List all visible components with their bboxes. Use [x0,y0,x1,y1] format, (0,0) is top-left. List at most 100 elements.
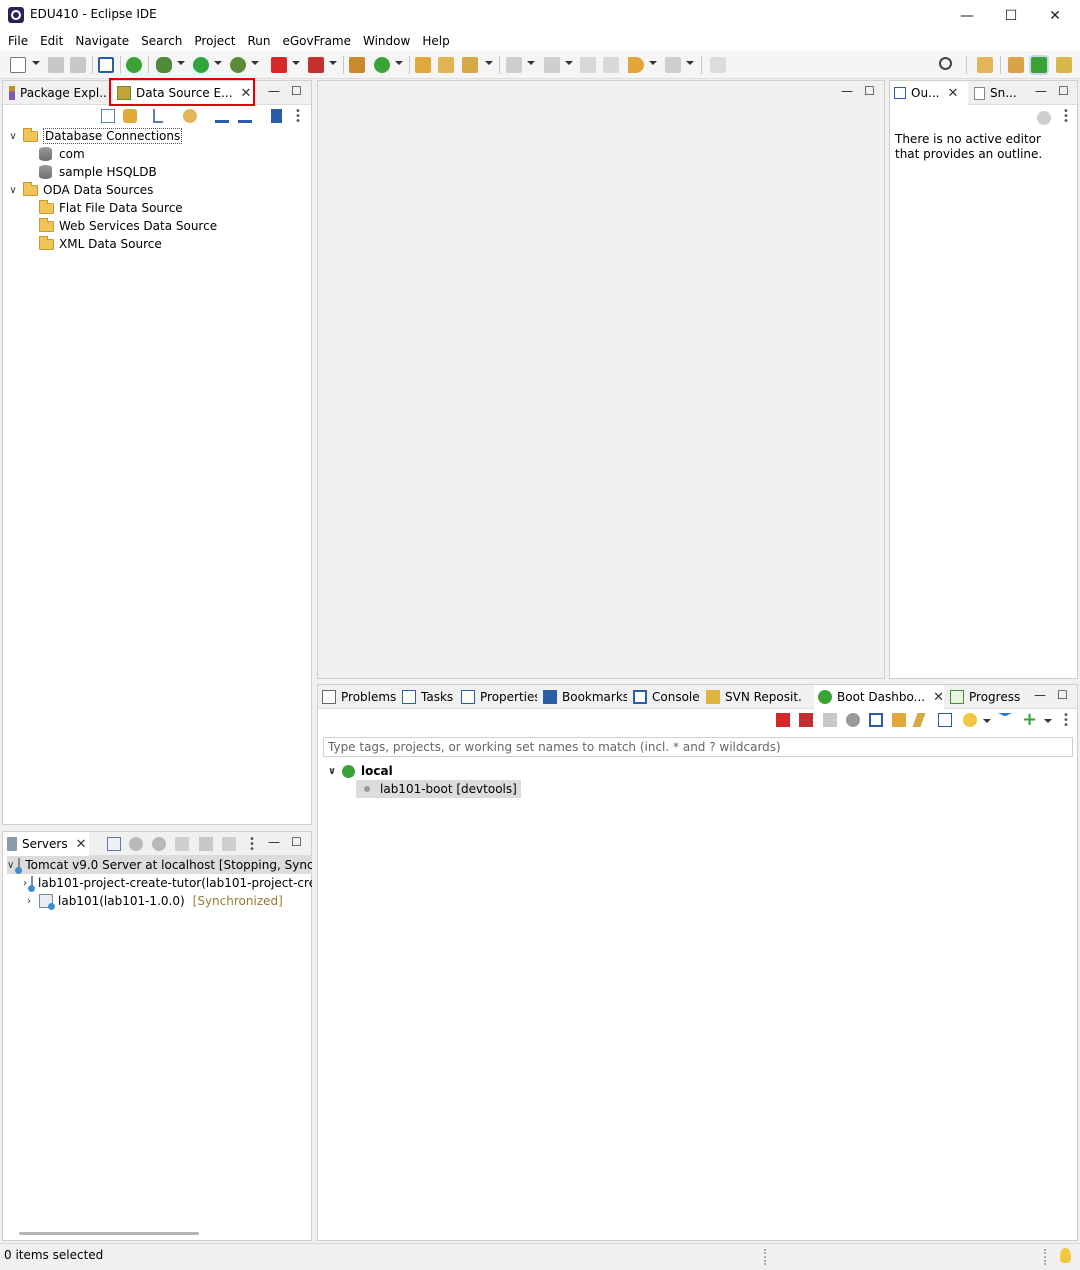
run-icon[interactable] [193,57,209,73]
external-dropdown-icon[interactable] [329,61,337,65]
open-console-icon[interactable] [869,713,883,727]
import-icon[interactable] [215,109,229,123]
view-menu-icon[interactable]: • • • [295,107,301,127]
minimize-view-icon[interactable]: — [1034,688,1046,702]
prev-annotation-dropdown-icon[interactable] [565,61,573,65]
chevron-down-icon[interactable]: ∨ [7,185,19,196]
next-annotation-icon[interactable] [506,57,522,73]
prev-annotation-icon[interactable] [544,57,560,73]
close-icon[interactable]: ✕ [76,837,87,852]
lightbulb-icon[interactable] [963,713,977,727]
menu-edit[interactable]: Edit [34,31,69,51]
pin-editor-icon[interactable] [710,57,726,73]
profile-server-icon[interactable] [175,837,189,851]
collapse-all-icon[interactable] [107,837,121,851]
debug-dropdown-icon[interactable] [177,61,185,65]
filter-icon[interactable] [1037,111,1051,125]
tree-item-module-2[interactable]: › lab101(lab101-1.0.0) [Synchronized] [23,892,283,910]
maximize-button[interactable]: ☐ [988,0,1034,31]
link-with-editor-icon[interactable] [123,109,137,123]
package-icon[interactable] [349,57,365,73]
tree-item-tomcat-server[interactable]: ∨ Tomcat v9.0 Server at localhost [Stopp… [7,856,312,874]
minimize-view-icon[interactable]: — [268,835,280,849]
boot-filter-input[interactable]: Type tags, projects, or working set name… [323,737,1073,757]
forward-dropdown-icon[interactable] [686,61,694,65]
filter-icon[interactable] [271,109,282,123]
maximize-view-icon[interactable]: ☐ [864,84,875,98]
stop-icon[interactable] [823,713,837,727]
debug-server-icon[interactable] [129,837,143,851]
new-java-dropdown-icon[interactable] [395,61,403,65]
tree-item-sample-hsqldb[interactable]: sample HSQLDB [39,163,157,181]
view-menu-icon[interactable]: • • • [1063,711,1069,731]
minimize-view-icon[interactable]: — [268,84,280,98]
forward-icon[interactable] [665,57,681,73]
run-dropdown-icon[interactable] [214,61,222,65]
search-icon[interactable] [939,57,952,70]
debug-perspective-icon[interactable] [1056,57,1072,73]
maximize-view-icon[interactable]: ☐ [291,835,302,849]
menu-run[interactable]: Run [241,31,276,51]
new-java-icon[interactable] [374,57,390,73]
debug-icon[interactable] [156,57,172,73]
menu-window[interactable]: Window [357,31,416,51]
menu-help[interactable]: Help [416,31,455,51]
chevron-right-icon[interactable]: › [23,878,27,889]
back-dropdown-icon[interactable] [649,61,657,65]
stop-server-icon[interactable] [199,837,213,851]
view-menu-icon[interactable]: • • • [249,835,255,855]
maximize-view-icon[interactable]: ☐ [1057,688,1068,702]
tab-boot-dashboard[interactable]: Boot Dashbo... ✕ [814,685,944,709]
tree-item-local[interactable]: ∨ local [326,762,393,780]
new-dropdown-icon[interactable] [32,61,40,65]
lightbulb-icon[interactable] [1060,1248,1071,1263]
spring-boot-icon[interactable] [126,57,142,73]
close-icon[interactable]: ✕ [948,86,959,101]
view-menu-icon[interactable]: • • • [1063,107,1069,127]
terminal-icon[interactable] [98,57,114,73]
tree-item-xml[interactable]: XML Data Source [39,235,162,253]
new-connection-icon[interactable] [183,109,197,123]
publish-icon[interactable] [222,837,236,851]
tree-item-module-1[interactable]: › lab101-project-create-tutor(lab101-pro… [23,874,312,892]
menu-navigate[interactable]: Navigate [69,31,135,51]
tab-servers[interactable]: Servers ✕ [3,832,89,856]
edit-icon[interactable] [912,713,926,727]
tab-problems[interactable]: Problems [318,685,396,709]
tree-item-web-services[interactable]: Web Services Data Source [39,217,217,235]
add-icon[interactable]: + [1022,711,1037,729]
save-icon[interactable] [48,57,64,73]
open-perspective-icon[interactable] [977,57,993,73]
chevron-down-icon[interactable]: ∨ [7,860,14,871]
filter-icon[interactable] [998,713,1012,727]
tab-outline[interactable]: Ou... ✕ [890,81,968,105]
close-icon[interactable]: ✕ [933,690,944,705]
new-icon[interactable] [10,57,26,73]
tab-progress[interactable]: Progress [946,685,1020,709]
menu-egovframe[interactable]: eGovFrame [276,31,357,51]
close-button[interactable]: ✕ [1032,0,1078,31]
open-folder-icon[interactable] [438,57,454,73]
stop-dropdown-icon[interactable] [292,61,300,65]
chevron-down-icon[interactable]: ∨ [7,131,19,142]
chevron-right-icon[interactable]: › [23,896,35,907]
maximize-view-icon[interactable]: ☐ [1058,84,1069,98]
restart-icon[interactable] [776,713,790,727]
menu-project[interactable]: Project [188,31,241,51]
next-annotation-dropdown-icon[interactable] [527,61,535,65]
task-dropdown-icon[interactable] [485,61,493,65]
external-tools-icon[interactable] [308,57,324,73]
link-icon[interactable] [892,713,906,727]
java-perspective-icon[interactable] [1008,57,1024,73]
tree-item-oda-data-sources[interactable]: ∨ ODA Data Sources [7,181,153,199]
menu-file[interactable]: File [2,31,34,51]
menu-search[interactable]: Search [135,31,188,51]
tab-console[interactable]: Console [629,685,701,709]
tree-icon[interactable] [153,109,163,123]
tree-item-lab101-boot[interactable]: lab101-boot [devtools] [356,780,521,798]
properties-icon[interactable] [938,713,952,727]
egov-perspective-icon[interactable] [1029,55,1049,75]
maximize-view-icon[interactable]: ☐ [291,84,302,98]
tree-item-flat-file[interactable]: Flat File Data Source [39,199,183,217]
tree-item-com[interactable]: com [39,145,85,163]
